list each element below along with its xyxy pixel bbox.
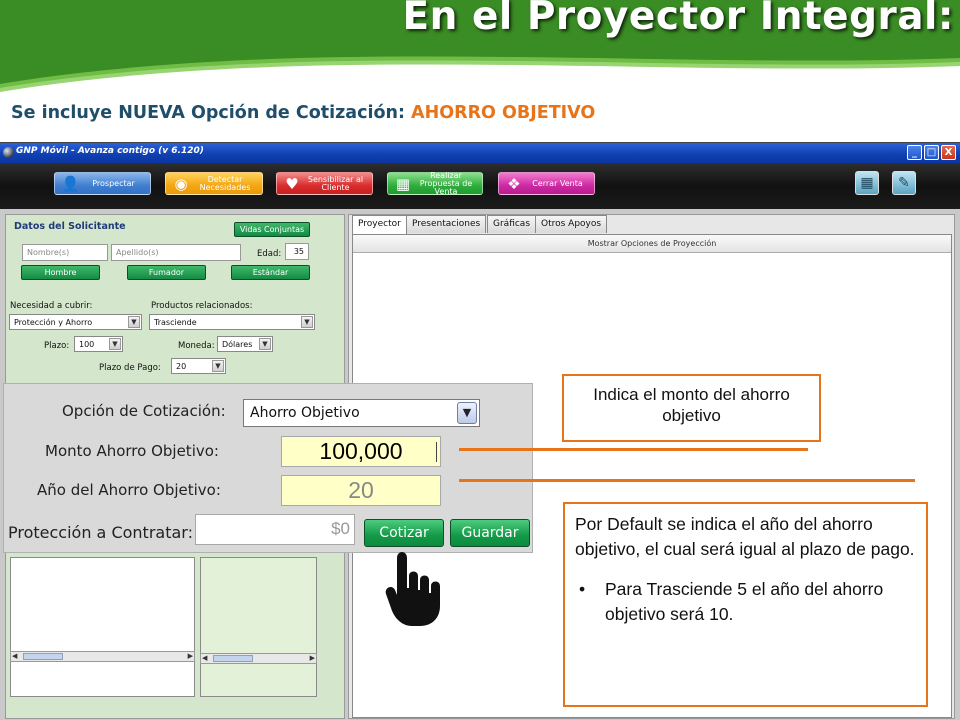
projection-header[interactable]: Mostrar Opciones de Proyección bbox=[353, 235, 951, 253]
scroll-thumb[interactable] bbox=[23, 653, 63, 660]
nombre-input[interactable]: Nombre(s) bbox=[22, 244, 108, 261]
proteccion-input[interactable]: $0 bbox=[195, 514, 355, 545]
person-icon: 👤 bbox=[61, 175, 80, 193]
scroll-left-icon[interactable]: ◀ bbox=[12, 652, 17, 660]
productos-value: Trasciende bbox=[154, 318, 197, 327]
guardar-button[interactable]: Guardar bbox=[450, 519, 530, 547]
scroll-left-icon[interactable]: ◀ bbox=[202, 654, 207, 662]
productos-label: Productos relacionados: bbox=[151, 301, 253, 311]
prospectar-label: Prospectar bbox=[92, 178, 135, 188]
plazo-value: 100 bbox=[79, 340, 95, 349]
calculator-icon[interactable]: ▦ bbox=[855, 171, 879, 195]
detectar-necesidades-button[interactable]: ◉ Detectar Necesidades bbox=[165, 172, 263, 195]
opcion-cotizacion-value: Ahorro Objetivo bbox=[250, 405, 360, 421]
realizar-label: Realizar Propuesta de Venta bbox=[419, 170, 473, 196]
callout-default: Por Default se indica el año del ahorro … bbox=[563, 502, 928, 707]
detectar-label: Detectar Necesidades bbox=[199, 174, 251, 192]
cotizar-button[interactable]: Cotizar bbox=[364, 519, 444, 547]
tab-presentaciones[interactable]: Presentaciones bbox=[406, 215, 487, 233]
plazo-select[interactable]: 100 ▼ bbox=[74, 336, 123, 352]
document-icon: ▦ bbox=[395, 175, 411, 193]
sensibilizar-cliente-button[interactable]: ♥ Sensibilizar al Cliente bbox=[276, 172, 373, 195]
cerrar-venta-button[interactable]: ❖ Cerrar Venta bbox=[498, 172, 595, 195]
chevron-down-icon[interactable]: ▼ bbox=[109, 338, 121, 350]
plazo-label: Plazo: bbox=[44, 341, 70, 351]
subtitle-highlight: AHORRO OBJETIVO bbox=[411, 103, 596, 123]
scroll-right-icon[interactable]: ▶ bbox=[310, 654, 315, 662]
prospectar-button[interactable]: 👤 Prospectar bbox=[54, 172, 151, 195]
results-list-alt[interactable] bbox=[200, 557, 317, 697]
tab-otros-apoyos[interactable]: Otros Apoyos bbox=[535, 215, 608, 233]
main-toolbar: 👤 Prospectar ◉ Detectar Necesidades ♥ Se… bbox=[0, 163, 960, 209]
handshake-icon: ❖ bbox=[507, 175, 521, 193]
chevron-down-icon[interactable]: ▼ bbox=[457, 402, 477, 424]
bullet-mark: • bbox=[579, 579, 586, 599]
close-button[interactable]: X bbox=[941, 145, 956, 160]
proteccion-label: Protección a Contratar: bbox=[8, 523, 193, 542]
tab-graficas[interactable]: Gráficas bbox=[487, 215, 537, 233]
sensibilizar-label: Sensibilizar al Cliente bbox=[307, 174, 364, 192]
maximize-button[interactable]: □ bbox=[924, 145, 939, 160]
leader-line bbox=[459, 479, 915, 482]
opcion-cotizacion-label: Opción de Cotización: bbox=[62, 402, 226, 420]
opcion-cotizacion-select[interactable]: Ahorro Objetivo ▼ bbox=[243, 399, 480, 427]
results-list[interactable] bbox=[10, 557, 195, 697]
pencil-icon[interactable]: ✎ bbox=[892, 171, 916, 195]
productos-select[interactable]: Trasciende ▼ bbox=[149, 314, 315, 330]
callout-default-text: Por Default se indica el año del ahorro … bbox=[575, 514, 915, 559]
anio-ahorro-label: Año del Ahorro Objetivo: bbox=[37, 481, 221, 499]
leader-line bbox=[459, 448, 808, 451]
window-titlebar[interactable]: GNP Móvil - Avanza contigo (v 6.120) _ □… bbox=[0, 143, 960, 163]
pointing-hand-icon bbox=[385, 552, 440, 626]
vidas-conjuntas-button[interactable]: Vidas Conjuntas bbox=[234, 222, 310, 237]
edad-input[interactable]: 35 bbox=[285, 243, 309, 260]
minimize-button[interactable]: _ bbox=[907, 145, 922, 160]
app-logo-icon bbox=[3, 147, 14, 158]
necesidad-value: Protección y Ahorro bbox=[14, 318, 93, 327]
estandar-button[interactable]: Estándar bbox=[231, 265, 310, 280]
slide-title: En el Proyector Integral: bbox=[402, 0, 954, 39]
scroll-right-icon[interactable]: ▶ bbox=[188, 652, 193, 660]
fumador-button[interactable]: Fumador bbox=[127, 265, 206, 280]
plazo-pago-label: Plazo de Pago: bbox=[99, 363, 161, 373]
callout-monto: Indica el monto del ahorro objetivo bbox=[562, 374, 821, 442]
section-title: Datos del Solicitante bbox=[14, 221, 126, 232]
edad-label: Edad: bbox=[257, 249, 282, 259]
horizontal-scrollbar[interactable]: ◀ ▶ bbox=[200, 653, 317, 664]
callout-bullet-text: Para Trasciende 5 el año del ahorro obje… bbox=[605, 579, 884, 624]
realizar-propuesta-button[interactable]: ▦ Realizar Propuesta de Venta bbox=[387, 170, 483, 196]
apellido-input[interactable]: Apellido(s) bbox=[111, 244, 241, 261]
moneda-select[interactable]: Dólares ▼ bbox=[217, 336, 273, 352]
subtitle-prefix: Se incluye NUEVA Opción de Cotización: bbox=[11, 103, 412, 123]
scroll-thumb[interactable] bbox=[213, 655, 253, 662]
chevron-down-icon[interactable]: ▼ bbox=[128, 316, 140, 328]
monto-ahorro-label: Monto Ahorro Objetivo: bbox=[45, 442, 219, 460]
hombre-button[interactable]: Hombre bbox=[21, 265, 100, 280]
plazo-pago-select[interactable]: 20 ▼ bbox=[171, 358, 226, 374]
chevron-down-icon[interactable]: ▼ bbox=[301, 316, 313, 328]
plazo-pago-value: 20 bbox=[176, 362, 187, 371]
window-title: GNP Móvil - Avanza contigo (v 6.120) bbox=[16, 146, 204, 156]
tab-proyector[interactable]: Proyector bbox=[352, 215, 407, 234]
heart-icon: ♥ bbox=[285, 175, 299, 193]
text-caret bbox=[436, 442, 437, 462]
anio-ahorro-input[interactable]: 20 bbox=[281, 475, 441, 506]
callout-bullet: • Para Trasciende 5 el año del ahorro ob… bbox=[575, 577, 916, 626]
cerrar-venta-label: Cerrar Venta bbox=[532, 178, 583, 188]
horizontal-scrollbar[interactable]: ◀ ▶ bbox=[10, 651, 195, 662]
monto-ahorro-input[interactable]: 100,000 bbox=[281, 436, 441, 467]
moneda-label: Moneda: bbox=[178, 341, 215, 351]
slide-subtitle: Se incluye NUEVA Opción de Cotización: A… bbox=[11, 103, 595, 123]
moneda-value: Dólares bbox=[222, 340, 253, 349]
necesidad-label: Necesidad a cubrir: bbox=[10, 301, 93, 311]
eye-icon: ◉ bbox=[174, 175, 188, 193]
chevron-down-icon[interactable]: ▼ bbox=[259, 338, 271, 350]
necesidad-select[interactable]: Protección y Ahorro ▼ bbox=[9, 314, 142, 330]
zoomed-cotizacion-panel: Opción de Cotización: Ahorro Objetivo ▼ … bbox=[3, 383, 533, 553]
monto-ahorro-value: 100,000 bbox=[319, 438, 403, 464]
chevron-down-icon[interactable]: ▼ bbox=[212, 360, 224, 372]
